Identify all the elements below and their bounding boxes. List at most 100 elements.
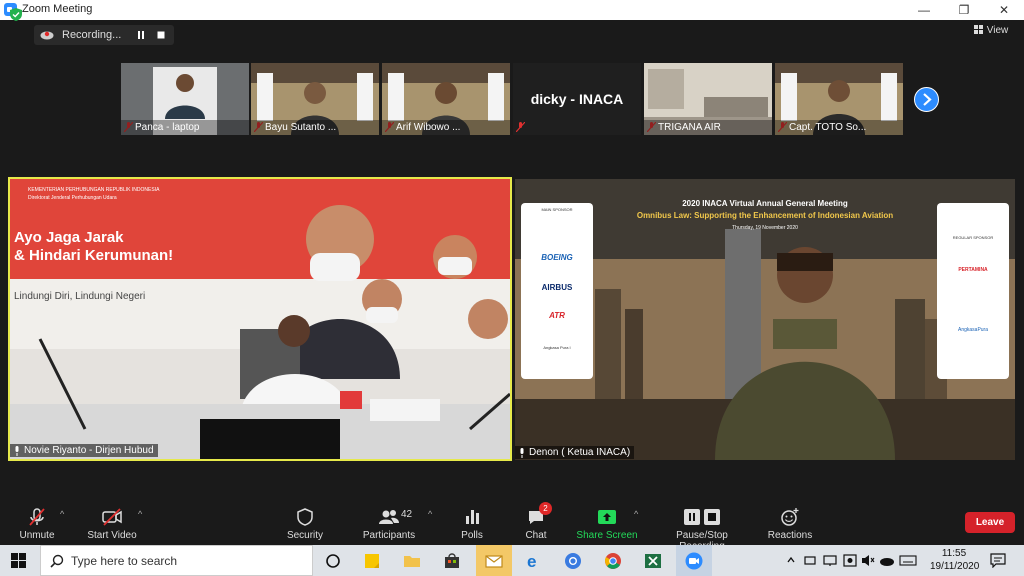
reactions-button[interactable]: Reactions — [766, 507, 814, 541]
pause-stop-recording-icon — [684, 509, 720, 525]
share-screen-icon — [598, 510, 616, 524]
muted-mic-icon — [29, 508, 45, 526]
maximize-button[interactable]: ❐ — [944, 0, 984, 20]
taskbar-zoom-app[interactable] — [676, 545, 712, 576]
event-title: 2020 INACA Virtual Annual General Meetin… — [682, 199, 848, 208]
sponsor-atr: ATR — [549, 311, 565, 320]
event-subtitle: Omnibus Law: Supporting the Enhancement … — [636, 211, 894, 220]
close-button[interactable]: ✕ — [984, 0, 1024, 20]
pause-recording-icon[interactable] — [136, 30, 146, 40]
polls-icon — [466, 510, 479, 524]
recording-label: Recording... — [62, 29, 122, 41]
speaker-name-label: Novie Riyanto - Dirjen Hubud — [10, 444, 158, 457]
video-options-chevron-icon[interactable]: ^ — [138, 509, 142, 519]
banner-line-1: Ayo Jaga Jarak — [14, 229, 124, 246]
chrome-icon[interactable] — [603, 551, 623, 571]
sticky-notes-icon[interactable] — [362, 551, 382, 571]
tray-network-icon[interactable] — [823, 554, 837, 567]
security-shield-icon — [297, 508, 313, 526]
security-button[interactable]: Security — [284, 507, 326, 541]
unmute-button[interactable]: Unmute — [16, 507, 58, 541]
sponsor-angkasa-pura-1: Angkasa Pura I — [543, 345, 571, 350]
participant-main-video[interactable]: 2020 INACA Virtual Annual General Meetin… — [515, 179, 1015, 460]
meeting-toolbar: Unmute ^ Start Video ^ Security Particip… — [0, 495, 1024, 552]
tray-security-icon[interactable] — [843, 554, 857, 567]
video-off-icon — [102, 508, 122, 526]
windows-start-icon[interactable] — [11, 553, 26, 568]
taskbar-search-box[interactable]: Type here to search — [40, 545, 313, 576]
windows-taskbar: Type here to search e 11:55 19/11/2020 — [0, 545, 1024, 576]
task-view-icon[interactable] — [323, 551, 343, 571]
participants-options-chevron-icon[interactable]: ^ — [428, 509, 432, 519]
keyboard-icon[interactable] — [899, 554, 917, 567]
participant-tile[interactable]: TRIGANA AIR — [644, 63, 772, 135]
clock-date: 19/11/2020 — [930, 561, 980, 572]
leave-button[interactable]: Leave — [965, 512, 1015, 533]
share-options-chevron-icon[interactable]: ^ — [634, 509, 638, 519]
mic-on-icon — [15, 446, 19, 456]
participant-name: Arif Wibowo ... — [382, 120, 510, 135]
participants-count: 42 — [401, 509, 413, 520]
mail-app-icon — [485, 555, 503, 568]
sponsor-header-right: REGULAR SPONSOR — [952, 235, 994, 240]
zoom-taskbar-icon — [685, 552, 703, 570]
start-video-button[interactable]: Start Video — [84, 507, 140, 541]
view-button[interactable]: View — [974, 25, 1008, 36]
security-label: Security — [286, 530, 324, 541]
event-date: Thursday, 19 November 2020 — [732, 225, 798, 231]
share-screen-label: Share Screen — [576, 530, 638, 541]
file-explorer-icon[interactable] — [402, 551, 422, 571]
action-center-notifications-icon[interactable] — [990, 553, 1006, 568]
active-speaker-video[interactable]: KEMENTERIAN PERHUBUNGAN REPUBLIK INDONES… — [8, 177, 512, 461]
browser-icon[interactable] — [563, 551, 583, 571]
show-hidden-icons-chevron-icon[interactable] — [786, 555, 796, 565]
sponsor-angkasapura: AngkasaPura — [957, 327, 989, 333]
participant-tile[interactable]: Capt. TOTO So... — [775, 63, 903, 135]
sponsor-airbus: AIRBUS — [541, 283, 573, 292]
participant-tile[interactable]: Arif Wibowo ... — [382, 63, 510, 135]
participant-tile[interactable]: dicky - INACA — [513, 63, 641, 135]
microsoft-store-icon[interactable] — [442, 551, 462, 571]
chat-unread-badge: 2 — [539, 502, 552, 515]
search-placeholder: Type here to search — [71, 554, 178, 568]
internet-explorer-icon[interactable]: e — [524, 551, 544, 571]
cloud-recording-icon — [40, 31, 54, 40]
participant-name: Panca - laptop — [121, 120, 249, 135]
participant-name: Capt. TOTO So... — [775, 120, 903, 135]
participants-icon — [379, 510, 399, 524]
taskbar-clock[interactable]: 11:55 19/11/2020 — [930, 547, 980, 573]
grid-view-icon — [974, 25, 983, 34]
minimize-button[interactable]: — — [904, 0, 944, 20]
banner-line-2: & Hindari Kerumunan! — [14, 247, 174, 264]
svg-text:e: e — [527, 552, 536, 571]
share-screen-button[interactable]: Share Screen — [576, 507, 638, 541]
participant-name-placeholder: dicky - INACA — [530, 91, 624, 107]
window-title: Zoom Meeting — [22, 3, 93, 15]
participant-name-label: Denon ( Ketua INACA) — [515, 446, 635, 459]
participant-name: Bayu Sutanto ... — [251, 120, 379, 135]
banner-header-2: Direktorat Jenderal Perhubungan Udara — [28, 195, 117, 201]
next-page-arrow-icon[interactable] — [914, 87, 939, 112]
participant-tile[interactable]: Bayu Sutanto ... — [251, 63, 379, 135]
volume-muted-icon[interactable] — [861, 554, 875, 567]
speaker-name: Novie Riyanto - Dirjen Hubud — [24, 445, 154, 456]
polls-button[interactable]: Polls — [454, 507, 490, 541]
banner-header: KEMENTERIAN PERHUBUNGAN REPUBLIK INDONES… — [28, 187, 160, 193]
participant-tile[interactable]: Panca - laptop — [121, 63, 249, 135]
sponsor-header: MAIN SPONSOR — [541, 207, 573, 212]
muted-mic-icon — [516, 122, 525, 132]
taskbar-active-app[interactable] — [476, 545, 512, 576]
encryption-shield-icon[interactable] — [10, 8, 22, 21]
stop-recording-icon[interactable] — [156, 30, 166, 40]
sponsor-boeing: BOEING — [541, 253, 573, 262]
start-video-label: Start Video — [87, 530, 137, 541]
audio-options-chevron-icon[interactable]: ^ — [60, 509, 64, 519]
mic-on-icon — [520, 448, 524, 458]
participants-label: Participants — [362, 530, 416, 541]
excel-icon[interactable] — [643, 551, 663, 571]
reactions-smiley-icon — [781, 508, 799, 526]
tray-usb-icon[interactable] — [803, 554, 817, 567]
view-label: View — [986, 25, 1009, 36]
polls-label: Polls — [461, 530, 483, 541]
onedrive-cloud-icon[interactable] — [879, 554, 895, 567]
